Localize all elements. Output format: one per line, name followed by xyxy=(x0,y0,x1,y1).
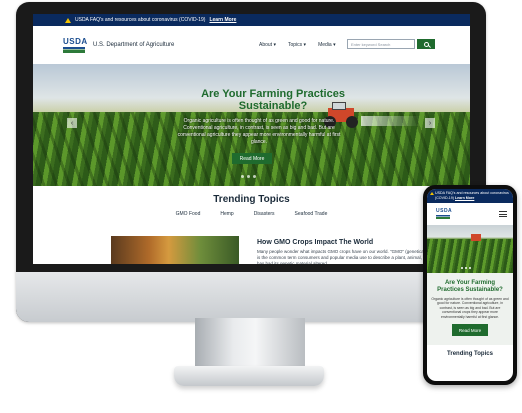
carousel-prev-icon[interactable]: ‹ xyxy=(67,118,77,128)
phone-alert-banner: USDA FAQ's and resources about coronavir… xyxy=(427,189,513,203)
main-nav: About ▾ Topics ▾ Media ▾ xyxy=(259,42,336,48)
phone-header: USDA xyxy=(427,203,513,225)
search-icon xyxy=(423,41,429,47)
carousel-dot[interactable] xyxy=(461,267,463,269)
burger-bar xyxy=(499,213,507,215)
phone-alert-link[interactable]: Learn More xyxy=(455,196,474,200)
article-image xyxy=(111,236,239,264)
carousel-dot[interactable] xyxy=(465,267,467,269)
phone-hero-title: Are Your Farming Practices Sustainable? xyxy=(437,280,503,293)
tab-disasters[interactable]: Disasters xyxy=(254,211,275,217)
alert-banner: USDA FAQ's and resources about coronavir… xyxy=(33,14,470,26)
monitor-stand xyxy=(195,318,305,370)
usda-logo[interactable]: USDA xyxy=(436,208,453,219)
desktop-screen: USDA FAQ's and resources about coronavir… xyxy=(33,14,470,264)
desktop-monitor: USDA FAQ's and resources about coronavir… xyxy=(16,2,486,322)
carousel-dot[interactable] xyxy=(241,175,244,178)
usda-logo-icon xyxy=(436,215,450,219)
nav-item-media[interactable]: Media ▾ xyxy=(318,42,336,48)
warning-icon xyxy=(430,192,434,195)
read-more-button[interactable]: Read More xyxy=(232,153,272,164)
monitor-chin xyxy=(16,272,486,322)
phone-hero-description: Organic agriculture is often thought of … xyxy=(431,297,509,319)
nav-label: Topics xyxy=(287,42,303,48)
usda-logo-text: USDA xyxy=(63,36,88,46)
tab-gmo-food[interactable]: GMO Food xyxy=(176,211,201,217)
nav-label: About xyxy=(259,42,273,48)
nav-item-about[interactable]: About ▾ xyxy=(259,42,276,48)
carousel-dot[interactable] xyxy=(247,175,250,178)
phone-hero-content: Are Your Farming Practices Sustainable? … xyxy=(427,273,513,345)
search-input[interactable]: Enter keyword Search xyxy=(347,39,415,49)
phone-screen: USDA FAQ's and resources about coronavir… xyxy=(427,189,513,381)
hero-description: Organic agriculture is often thought of … xyxy=(177,118,341,145)
agency-name[interactable]: U.S. Department of Agriculture xyxy=(93,42,174,48)
carousel-next-icon[interactable]: › xyxy=(425,118,435,128)
alert-learn-more-link[interactable]: Learn More xyxy=(209,17,236,23)
tab-hemp[interactable]: Hemp xyxy=(220,211,233,217)
article-title[interactable]: How GMO Crops Impact The World xyxy=(257,239,373,246)
trending-tabs: GMO Food Hemp Disasters Seafood Trade xyxy=(33,211,470,217)
usda-logo[interactable]: USDA xyxy=(63,36,88,53)
usda-logo-icon xyxy=(63,46,85,53)
carousel-dot[interactable] xyxy=(469,267,471,269)
trending-section: Trending Topics GMO Food Hemp Disasters … xyxy=(33,194,470,217)
hamburger-menu-icon[interactable] xyxy=(499,211,507,217)
usda-logo-text: USDA xyxy=(436,208,453,214)
carousel-dot[interactable] xyxy=(253,175,256,178)
hero-banner: Are Your Farming Practices Sustainable? … xyxy=(33,64,470,186)
tractor-image xyxy=(471,234,481,241)
search-button[interactable] xyxy=(417,39,435,49)
carousel-dots xyxy=(461,267,471,269)
phone-hero-image xyxy=(427,225,513,273)
phone-device: USDA FAQ's and resources about coronavir… xyxy=(423,185,517,385)
carousel-dots xyxy=(241,175,256,178)
phone-read-more-button[interactable]: Read More xyxy=(452,324,488,337)
site-header: USDA U.S. Department of Agriculture Abou… xyxy=(33,26,470,64)
monitor-foot xyxy=(174,366,324,386)
tab-seafood-trade[interactable]: Seafood Trade xyxy=(295,211,328,217)
alert-text: USDA FAQ's and resources about coronavir… xyxy=(75,17,206,23)
burger-bar xyxy=(499,211,507,212)
spray-mist xyxy=(361,116,421,126)
phone-trending-title: Trending Topics xyxy=(447,351,493,357)
warning-icon xyxy=(65,17,71,23)
burger-bar xyxy=(499,216,507,217)
nav-item-topics[interactable]: Topics ▾ xyxy=(288,42,306,48)
nav-label: Media xyxy=(318,42,332,48)
hero-title: Are Your Farming Practices Sustainable? xyxy=(201,88,345,112)
trending-title: Trending Topics xyxy=(213,194,290,205)
